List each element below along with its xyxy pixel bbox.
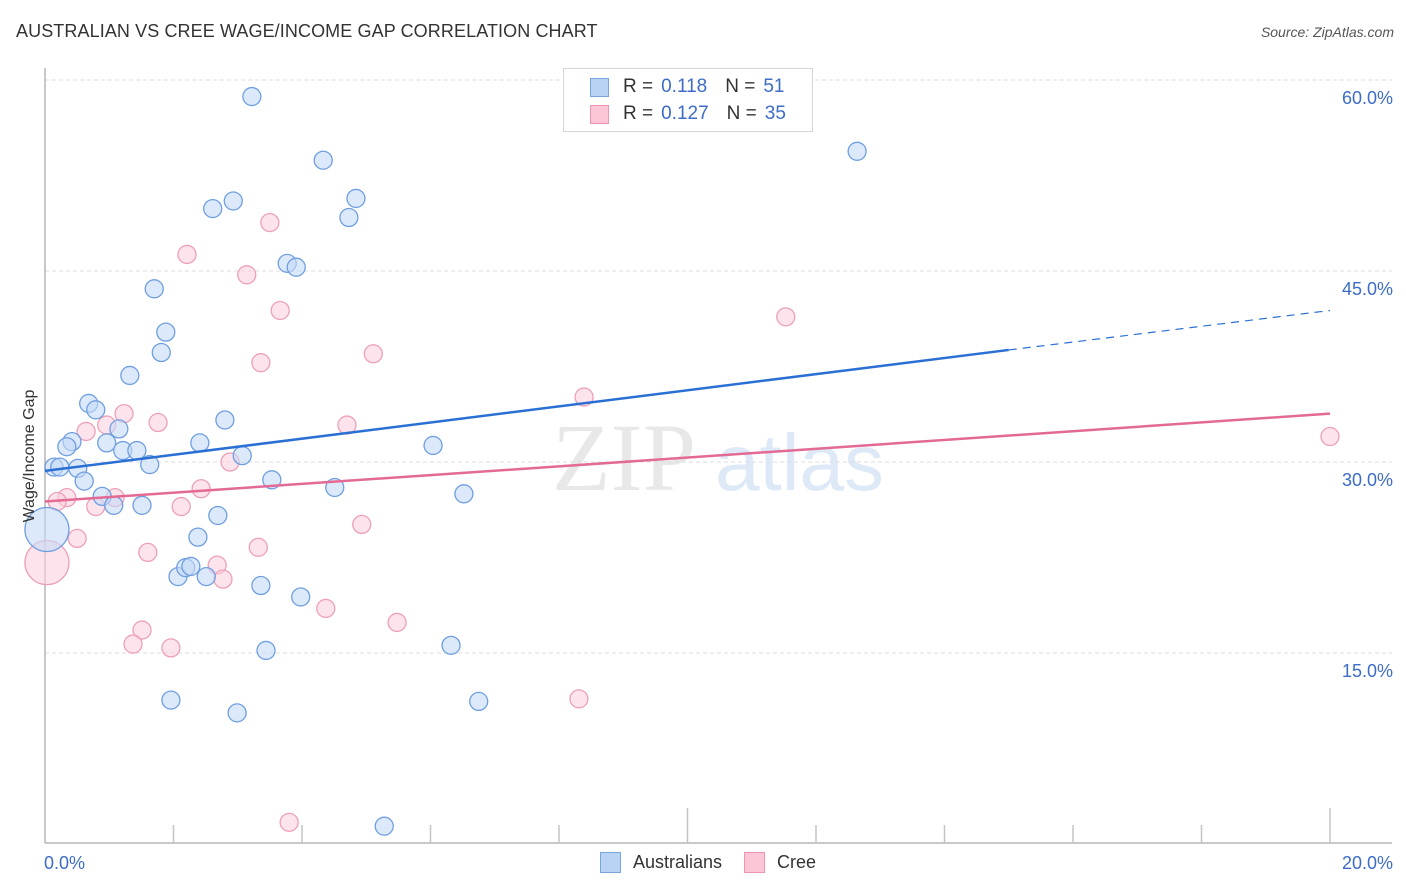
y-tick-label: 60.0% xyxy=(1342,88,1393,108)
cree-point xyxy=(387,612,407,633)
legend-row-cree: R = 0.127 N = 35 xyxy=(590,102,786,126)
cree-point xyxy=(776,307,796,327)
cree-point xyxy=(171,496,191,517)
cree-point xyxy=(177,244,197,265)
y-axis-title: Wage/Income Gap xyxy=(21,390,38,523)
legend-r-label: R = xyxy=(623,103,654,124)
australians-point xyxy=(188,527,208,547)
australians-point xyxy=(181,556,201,577)
legend-row-australians: R = 0.118 N = 51 xyxy=(590,75,785,99)
australians-point xyxy=(208,505,228,526)
australians-point xyxy=(190,433,210,453)
cree-point xyxy=(352,514,372,535)
australians-point xyxy=(97,433,117,453)
legend-r-label: R = xyxy=(623,76,654,97)
australians-point xyxy=(227,703,247,723)
y-tick-label: 45.0% xyxy=(1342,279,1393,299)
australians-point xyxy=(203,198,223,219)
cree-point xyxy=(251,353,271,373)
correlation-legend: R = 0.118 N = 51 R = 0.127 N = 35 xyxy=(563,68,813,132)
australians-point xyxy=(232,445,252,466)
cree-point xyxy=(248,537,268,557)
australians-point xyxy=(127,440,147,461)
australians-point xyxy=(196,566,216,587)
australians-point xyxy=(251,575,271,596)
cree-point xyxy=(260,212,280,233)
cree-point xyxy=(363,344,383,364)
legend-n-value: 35 xyxy=(764,103,786,124)
y-tick-label: 15.0% xyxy=(1342,661,1393,681)
legend-n-label: N = xyxy=(725,76,756,97)
scatter-chart: ZIP atlas 15.0%30.0%45.0%60.0%0.0% 20.0% … xyxy=(21,68,1393,873)
australians-point xyxy=(374,816,394,836)
australians-point xyxy=(454,484,474,504)
australians-trend-extension xyxy=(1008,309,1331,351)
cree-point xyxy=(213,569,233,589)
watermark: ZIP atlas xyxy=(552,404,884,511)
cree-point xyxy=(148,412,168,433)
legend-r-value: 0.118 xyxy=(661,76,708,97)
cree-point xyxy=(316,598,336,619)
australians-point xyxy=(144,279,164,299)
australians-point xyxy=(346,188,366,209)
cree-point xyxy=(270,300,290,321)
legend-label-australians: Australians xyxy=(633,852,723,872)
australians-point xyxy=(74,471,94,491)
cree-point xyxy=(569,689,589,709)
australians-point xyxy=(120,365,140,386)
cree-point xyxy=(1320,426,1340,447)
australians-point xyxy=(313,150,333,170)
cree-point xyxy=(123,634,143,654)
legend-r-value: 0.127 xyxy=(661,103,709,124)
australians-point xyxy=(161,690,181,710)
x-tick-label: 20.0% xyxy=(1342,853,1393,873)
australians-point xyxy=(215,410,235,430)
australians-point xyxy=(256,640,276,661)
australians-point xyxy=(441,635,461,656)
x-tick-label: 0.0% xyxy=(44,853,85,873)
australians-point xyxy=(86,400,106,420)
australians-point xyxy=(469,691,489,712)
legend-item-australians[interactable]: Australians xyxy=(600,852,722,873)
australians-point xyxy=(286,257,306,277)
australians-point xyxy=(104,495,124,515)
cree-point xyxy=(161,638,181,658)
legend-n-value: 51 xyxy=(763,76,785,97)
legend-label-cree: Cree xyxy=(777,852,817,872)
cree-point xyxy=(191,479,211,499)
y-tick-label: 30.0% xyxy=(1342,470,1393,490)
australians-point xyxy=(57,437,77,457)
gridlines xyxy=(45,79,1392,654)
cree-point xyxy=(237,265,257,285)
legend-n-label: N = xyxy=(726,103,757,124)
cree-point xyxy=(138,542,158,563)
legend-swatch-cree xyxy=(744,852,766,873)
australians-point xyxy=(151,342,171,363)
cree-point xyxy=(279,812,299,833)
australians-point xyxy=(223,191,243,211)
legend-swatch-cree xyxy=(590,104,609,124)
legend-item-cree[interactable]: Cree xyxy=(744,852,816,873)
cree-point xyxy=(67,528,87,549)
australians-point xyxy=(847,141,867,161)
australians-point xyxy=(109,419,129,439)
australians-point xyxy=(291,587,311,607)
australians-point xyxy=(132,495,152,515)
australians-point xyxy=(156,322,176,342)
legend-swatch-australians xyxy=(600,852,621,873)
legend-swatch-australians xyxy=(590,77,609,97)
series-legend: Australians Cree xyxy=(600,852,838,873)
australians-point xyxy=(242,86,262,107)
australians-point xyxy=(423,435,443,456)
australians-point xyxy=(339,207,359,228)
